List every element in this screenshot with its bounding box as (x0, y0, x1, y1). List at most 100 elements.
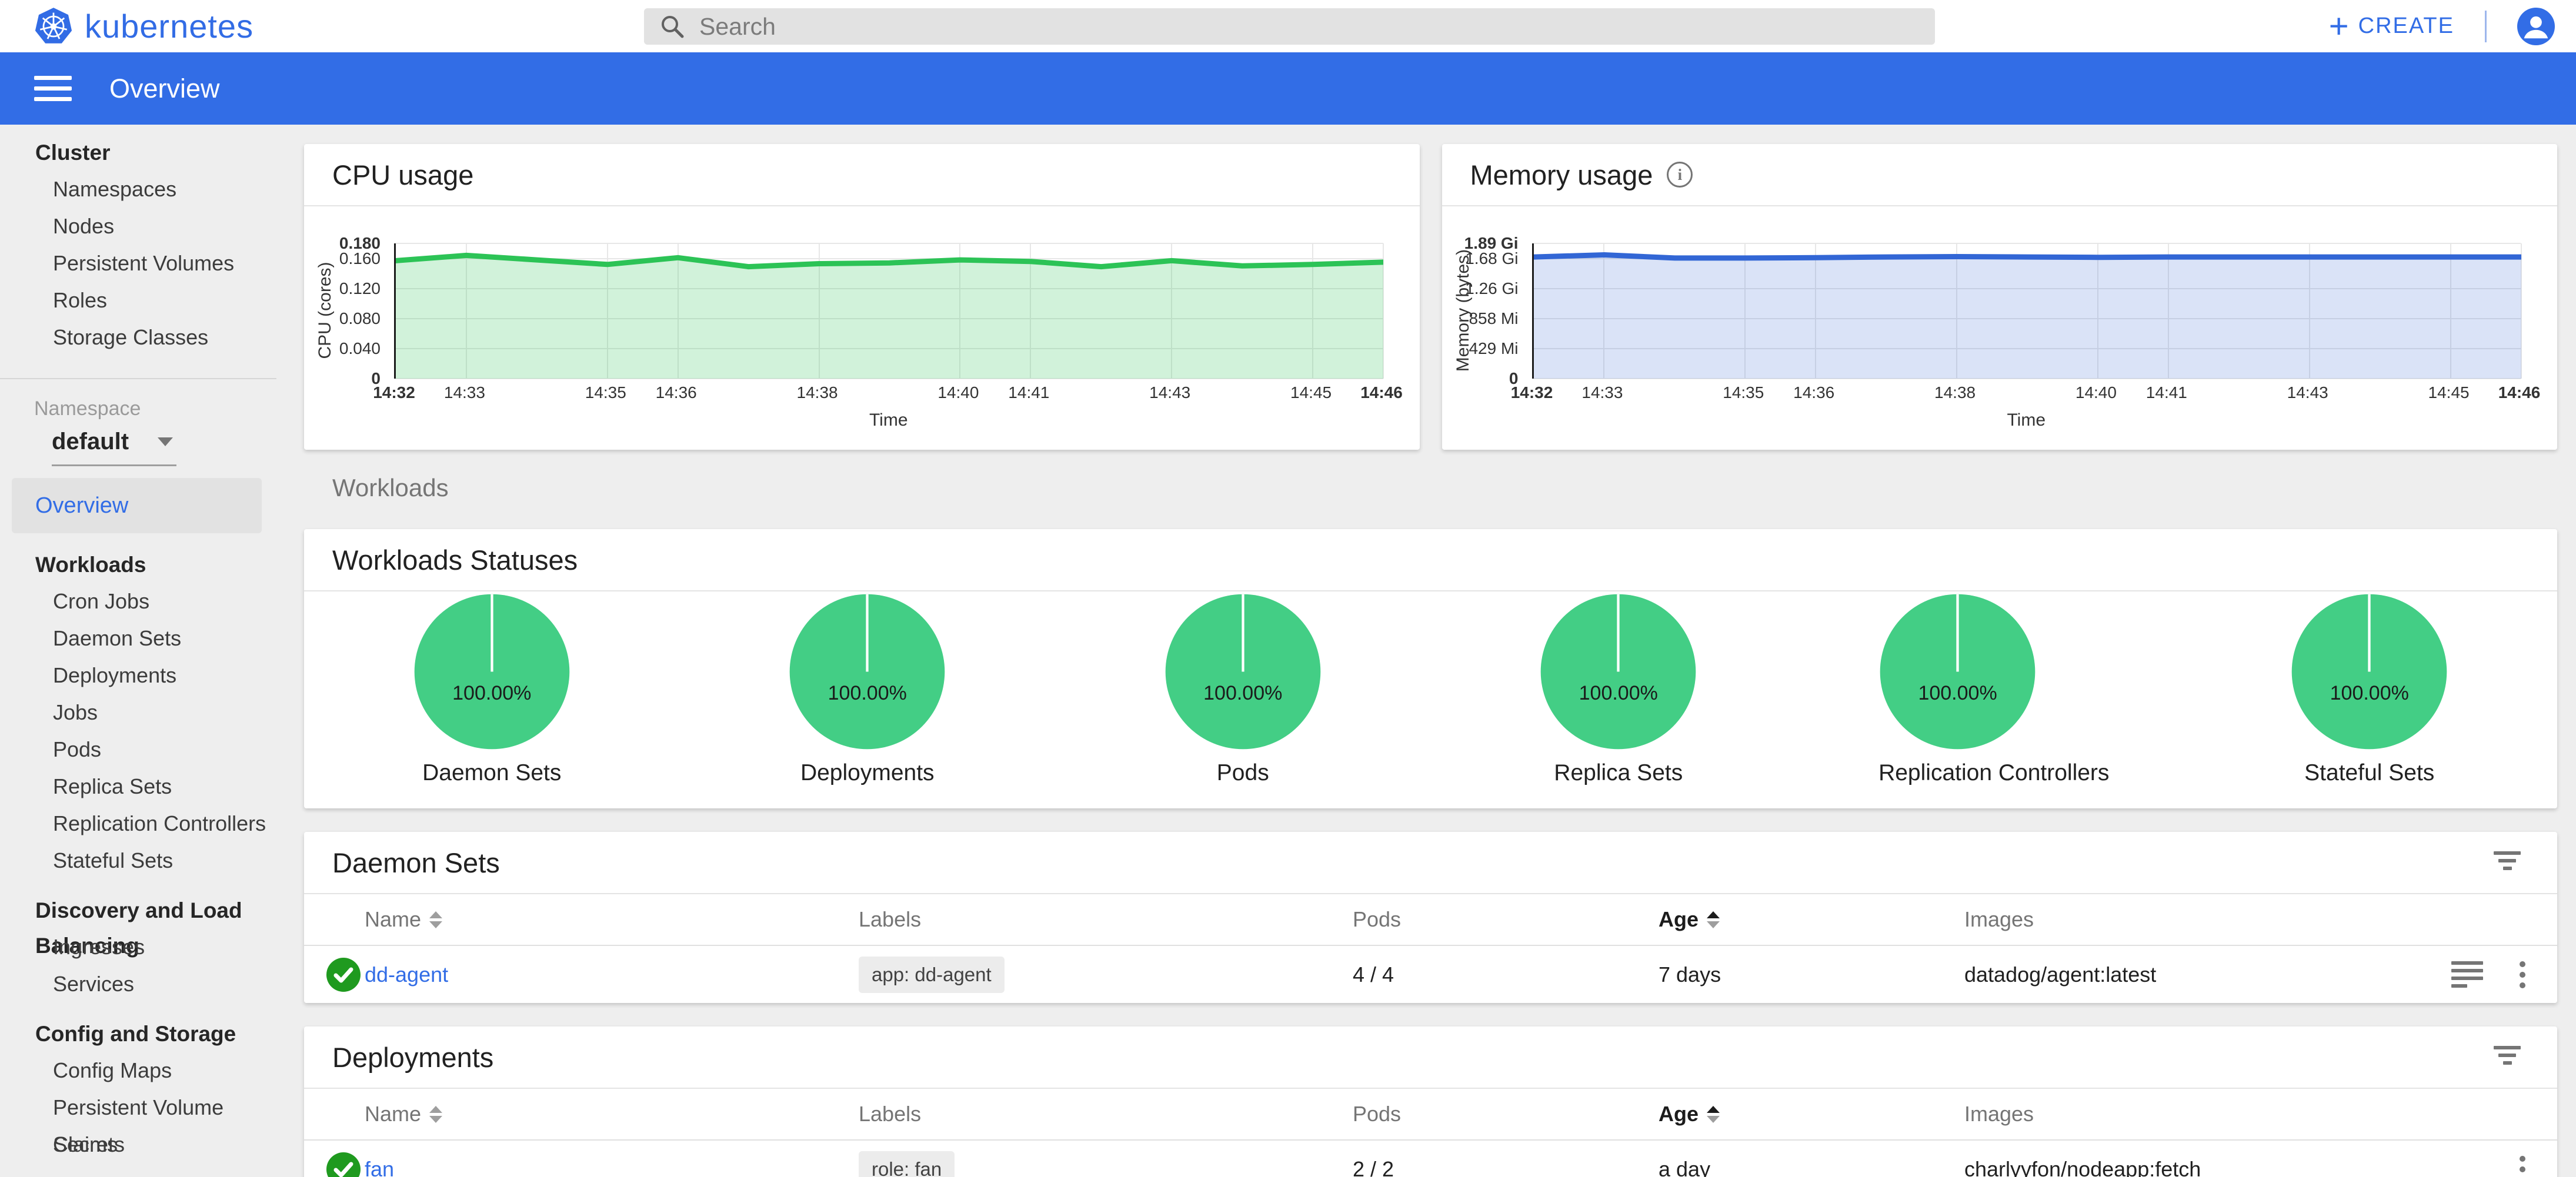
brand-name: kubernetes (85, 7, 253, 45)
daemon-sets-title: Daemon Sets (332, 847, 500, 879)
deployments-card: Deployments Name Labels Pods Age Images (304, 1026, 2557, 1177)
sort-arrows-icon[interactable] (429, 1106, 442, 1123)
sidebar-item-persistent-volumes[interactable]: Persistent Volumes (0, 245, 276, 282)
logs-icon[interactable] (2451, 961, 2483, 988)
sidebar-item-jobs[interactable]: Jobs (0, 694, 276, 731)
sidebar-item-nodes[interactable]: Nodes (0, 208, 276, 245)
sort-arrows-icon[interactable] (1707, 1106, 1720, 1123)
table-row: fan role: fan 2 / 2 a day charlyyfon/nod… (304, 1141, 2557, 1177)
column-header-age[interactable]: Age (1659, 1102, 1964, 1126)
create-button[interactable]: + CREATE (2329, 9, 2454, 44)
memory-usage-chart: Memory (bytes) 0429 Mi858 Mi1.26 Gi1.68 … (1442, 206, 2558, 449)
sidebar-divider (0, 378, 276, 379)
filter-icon[interactable] (2494, 1046, 2521, 1069)
memory-usage-title: Memory usage (1470, 159, 1653, 191)
top-app-bar: kubernetes + CREATE (0, 0, 2576, 52)
pie-daemon-sets: 100.00% Daemon Sets (413, 593, 571, 786)
images-cell: datadog/agent:latest (1964, 962, 2375, 987)
daemon-set-link[interactable]: dd-agent (365, 962, 448, 987)
sidebar-item-persistent-volume-claims[interactable]: Persistent Volume Claims (0, 1089, 276, 1126)
sidebar-item-config-maps[interactable]: Config Maps (0, 1052, 276, 1089)
topbar-divider (2485, 11, 2487, 42)
menu-hamburger-icon[interactable] (34, 76, 72, 101)
sidebar-item-daemon-sets[interactable]: Daemon Sets (0, 620, 276, 657)
column-header-name[interactable]: Name (304, 1102, 859, 1126)
column-header-images: Images (1964, 907, 2557, 932)
sidebar-item-roles[interactable]: Roles (0, 282, 276, 319)
table-row: dd-agent app: dd-agent 4 / 4 7 days data… (304, 946, 2557, 1003)
namespace-label: Namespace (0, 397, 276, 420)
cpu-usage-card: CPU usage CPU (cores) 00.0400.0800.1200.… (304, 144, 1420, 450)
kubernetes-helm-icon (34, 7, 73, 46)
pie-replication-controllers: 100.00% Replication Controllers (1878, 593, 2109, 786)
column-header-pods: Pods (1353, 1102, 1659, 1126)
chevron-down-icon (158, 437, 173, 446)
pods-cell: 4 / 4 (1353, 962, 1659, 987)
sort-arrows-icon[interactable] (429, 911, 442, 928)
sidebar-nav: Cluster Namespaces Nodes Persistent Volu… (0, 125, 276, 1163)
sidebar-item-pods[interactable]: Pods (0, 731, 276, 768)
page-toolbar: Overview (0, 52, 2576, 125)
column-header-labels: Labels (859, 1102, 1353, 1126)
sidebar-header-cluster: Cluster (0, 135, 276, 170)
sidebar-item-overview[interactable]: Overview (12, 478, 262, 533)
pie-pods: 100.00% Pods (1164, 593, 1322, 786)
sidebar-item-services[interactable]: Services (0, 965, 276, 1002)
workloads-section-label: Workloads (304, 473, 2557, 503)
sidebar-item-stateful-sets[interactable]: Stateful Sets (0, 842, 276, 879)
label-chip: role: fan (859, 1151, 955, 1177)
sidebar-header-discovery: Discovery and Load Balancing (0, 893, 276, 928)
pie-deployments: 100.00% Deployments (788, 593, 946, 786)
search-input[interactable] (699, 13, 1817, 41)
status-ok-icon (326, 958, 361, 992)
sidebar-item-namespaces[interactable]: Namespaces (0, 170, 276, 208)
deployment-link[interactable]: fan (365, 1157, 394, 1177)
daemon-sets-card: Daemon Sets Name Labels Pods Age Images (304, 832, 2557, 1003)
memory-x-axis-label: Time (1532, 410, 2521, 430)
row-menu-icon[interactable] (2516, 958, 2529, 992)
sidebar-item-replication-controllers[interactable]: Replication Controllers (0, 805, 276, 842)
sidebar-item-storage-classes[interactable]: Storage Classes (0, 319, 276, 356)
filter-icon[interactable] (2494, 851, 2521, 874)
memory-chart-plot (1532, 243, 2521, 379)
pie-stateful-sets: 100.00% Stateful Sets (2290, 593, 2448, 786)
daemon-sets-table-header: Name Labels Pods Age Images (304, 894, 2557, 946)
plus-icon: + (2329, 9, 2349, 44)
info-icon[interactable]: i (1667, 162, 1693, 188)
memory-usage-card: Memory usage i Memory (bytes) 0429 Mi858… (1442, 144, 2558, 450)
cpu-chart-plot (394, 243, 1383, 379)
row-menu-icon[interactable] (2516, 1152, 2529, 1177)
account-circle-icon (2517, 8, 2555, 45)
sidebar-item-replica-sets[interactable]: Replica Sets (0, 768, 276, 805)
pie-replica-sets: 100.00% Replica Sets (1539, 593, 1697, 786)
column-header-pods: Pods (1353, 907, 1659, 932)
cpu-usage-chart: CPU (cores) 00.0400.0800.1200.1600.180 1… (304, 206, 1420, 449)
page-title: Overview (109, 73, 220, 104)
column-header-labels: Labels (859, 907, 1353, 932)
age-cell: a day (1659, 1157, 1964, 1177)
kubernetes-logo[interactable]: kubernetes (34, 7, 253, 46)
deployments-title: Deployments (332, 1041, 493, 1074)
status-ok-icon (326, 1152, 361, 1177)
sidebar-header-config-storage: Config and Storage (0, 1016, 276, 1052)
workloads-statuses-card: Workloads Statuses 100.00% Daemon Sets 1… (304, 529, 2557, 808)
cpu-x-axis-label: Time (394, 410, 1383, 430)
column-header-age[interactable]: Age (1659, 907, 1964, 932)
cpu-usage-title: CPU usage (332, 159, 473, 191)
sidebar-item-cron-jobs[interactable]: Cron Jobs (0, 583, 276, 620)
sort-arrows-icon[interactable] (1707, 911, 1720, 928)
images-cell: charlyyfon/nodeapp:fetch (1964, 1157, 2375, 1177)
label-chip: app: dd-agent (859, 957, 1005, 993)
column-header-images: Images (1964, 1102, 2557, 1126)
sidebar-header-workloads: Workloads (0, 547, 276, 583)
deployments-table-header: Name Labels Pods Age Images (304, 1089, 2557, 1141)
column-header-name[interactable]: Name (304, 907, 859, 932)
user-avatar-button[interactable] (2517, 8, 2555, 45)
search-icon (659, 14, 685, 39)
namespace-select[interactable]: default (52, 429, 176, 466)
pods-cell: 2 / 2 (1353, 1157, 1659, 1177)
sidebar-item-secrets[interactable]: Secrets (0, 1126, 276, 1163)
sidebar-item-deployments[interactable]: Deployments (0, 657, 276, 694)
age-cell: 7 days (1659, 962, 1964, 987)
search-bar[interactable] (644, 8, 1935, 45)
